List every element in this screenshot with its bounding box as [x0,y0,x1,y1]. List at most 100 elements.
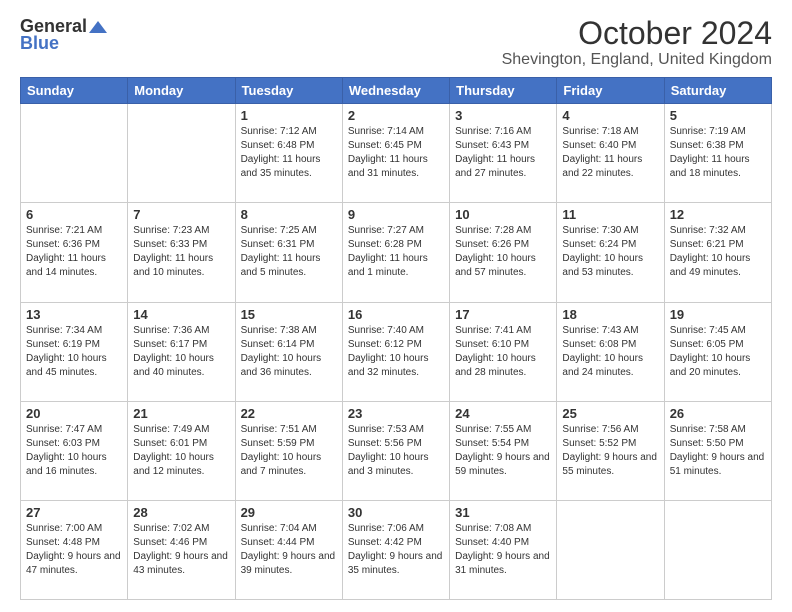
cell-text: Sunrise: 7:02 AMSunset: 4:46 PMDaylight:… [133,523,228,576]
calendar-cell [128,104,235,203]
day-number: 28 [133,505,229,520]
calendar-cell: 22Sunrise: 7:51 AMSunset: 5:59 PMDayligh… [235,401,342,500]
calendar-cell: 26 Sunrise: 7:58 AMSunset: 5:50 PMDayligh… [664,401,771,500]
calendar-cell: 28 Sunrise: 7:02 AMSunset: 4:46 PMDayligh… [128,500,235,599]
day-number: 20 [26,406,122,421]
location: Shevington, England, United Kingdom [502,51,772,69]
page: General Blue October 2024 Shevington, En… [0,0,792,612]
cell-text: Sunrise: 7:40 AMSunset: 6:12 PMDaylight:… [348,325,429,378]
day-number: 21 [133,406,229,421]
header: General Blue October 2024 Shevington, En… [20,16,772,69]
col-tuesday: Tuesday [235,78,342,104]
calendar-cell: 14 Sunrise: 7:36 AMSunset: 6:17 PMDayligh… [128,302,235,401]
cell-text: Sunrise: 7:18 AMSunset: 6:40 PMDaylight:… [562,126,642,179]
cell-text: Sunrise: 7:19 AMSunset: 6:38 PMDaylight:… [670,126,750,179]
calendar-week-1: 1 Sunrise: 7:12 AMSunset: 6:48 PMDaylight… [21,104,772,203]
calendar-week-4: 20 Sunrise: 7:47 AMSunset: 6:03 PMDayligh… [21,401,772,500]
day-number: 13 [26,307,122,322]
cell-text: Sunrise: 7:43 AMSunset: 6:08 PMDaylight:… [562,325,643,378]
col-sunday: Sunday [21,78,128,104]
calendar-cell: 25 Sunrise: 7:56 AMSunset: 5:52 PMDayligh… [557,401,664,500]
calendar-cell: 8Sunrise: 7:25 AMSunset: 6:31 PMDaylight… [235,203,342,302]
calendar-cell [557,500,664,599]
cell-text: Sunrise: 7:47 AMSunset: 6:03 PMDaylight:… [26,424,107,477]
cell-text: Sunrise: 7:56 AMSunset: 5:52 PMDaylight:… [562,424,657,477]
cell-text: Sunrise: 7:27 AMSunset: 6:28 PMDaylight:… [348,225,428,278]
day-number: 6 [26,207,122,222]
day-number: 12 [670,207,766,222]
day-number: 31 [455,505,551,520]
calendar-cell [664,500,771,599]
calendar-cell: 16 Sunrise: 7:40 AMSunset: 6:12 PMDayligh… [342,302,449,401]
calendar-cell: 20 Sunrise: 7:47 AMSunset: 6:03 PMDayligh… [21,401,128,500]
cell-text: Sunrise: 7:28 AMSunset: 6:26 PMDaylight:… [455,225,536,278]
cell-text: Sunrise: 7:49 AMSunset: 6:01 PMDaylight:… [133,424,214,477]
day-number: 16 [348,307,444,322]
col-friday: Friday [557,78,664,104]
day-number: 25 [562,406,658,421]
day-number: 9 [348,207,444,222]
calendar-cell: 3 Sunrise: 7:16 AMSunset: 6:43 PMDaylight… [450,104,557,203]
cell-text: Sunrise: 7:06 AMSunset: 4:42 PMDaylight:… [348,523,443,576]
cell-text: Sunrise: 7:08 AMSunset: 4:40 PMDaylight:… [455,523,550,576]
day-number: 18 [562,307,658,322]
calendar-cell [21,104,128,203]
calendar-week-5: 27Sunrise: 7:00 AMSunset: 4:48 PMDayligh… [21,500,772,599]
cell-text: Sunrise: 7:41 AMSunset: 6:10 PMDaylight:… [455,325,536,378]
cell-text: Sunrise: 7:32 AMSunset: 6:21 PMDaylight:… [670,225,751,278]
calendar-cell: 7Sunrise: 7:23 AMSunset: 6:33 PMDaylight… [128,203,235,302]
calendar-cell: 15 Sunrise: 7:38 AMSunset: 6:14 PMDayligh… [235,302,342,401]
day-number: 29 [241,505,337,520]
title-block: October 2024 Shevington, England, United… [502,16,772,69]
cell-text: Sunrise: 7:55 AMSunset: 5:54 PMDaylight:… [455,424,550,477]
cell-text: Sunrise: 7:53 AMSunset: 5:56 PMDaylight:… [348,424,429,477]
day-number: 5 [670,108,766,123]
cell-text: Sunrise: 7:58 AMSunset: 5:50 PMDaylight:… [670,424,765,477]
calendar-cell: 1 Sunrise: 7:12 AMSunset: 6:48 PMDaylight… [235,104,342,203]
day-number: 1 [241,108,337,123]
calendar-cell: 17 Sunrise: 7:41 AMSunset: 6:10 PMDayligh… [450,302,557,401]
calendar-cell: 6Sunrise: 7:21 AMSunset: 6:36 PMDaylight… [21,203,128,302]
cell-text: Sunrise: 7:00 AMSunset: 4:48 PMDaylight:… [26,523,121,576]
logo: General Blue [20,16,107,54]
calendar-cell: 13Sunrise: 7:34 AMSunset: 6:19 PMDayligh… [21,302,128,401]
calendar-table: Sunday Monday Tuesday Wednesday Thursday… [20,77,772,600]
calendar-cell: 10 Sunrise: 7:28 AMSunset: 6:26 PMDayligh… [450,203,557,302]
header-row: Sunday Monday Tuesday Wednesday Thursday… [21,78,772,104]
calendar-cell: 27Sunrise: 7:00 AMSunset: 4:48 PMDayligh… [21,500,128,599]
day-number: 8 [241,207,337,222]
day-number: 17 [455,307,551,322]
day-number: 15 [241,307,337,322]
calendar-cell: 4 Sunrise: 7:18 AMSunset: 6:40 PMDaylight… [557,104,664,203]
cell-text: Sunrise: 7:12 AMSunset: 6:48 PMDaylight:… [241,126,321,179]
col-monday: Monday [128,78,235,104]
calendar-cell: 21 Sunrise: 7:49 AMSunset: 6:01 PMDayligh… [128,401,235,500]
day-number: 7 [133,207,229,222]
cell-text: Sunrise: 7:51 AMSunset: 5:59 PMDaylight:… [241,424,322,477]
month-title: October 2024 [502,16,772,51]
day-number: 23 [348,406,444,421]
cell-text: Sunrise: 7:30 AMSunset: 6:24 PMDaylight:… [562,225,643,278]
cell-text: Sunrise: 7:38 AMSunset: 6:14 PMDaylight:… [241,325,322,378]
logo-bird-icon [89,21,107,33]
calendar-cell: 19Sunrise: 7:45 AMSunset: 6:05 PMDayligh… [664,302,771,401]
day-number: 3 [455,108,551,123]
col-wednesday: Wednesday [342,78,449,104]
calendar-week-3: 13Sunrise: 7:34 AMSunset: 6:19 PMDayligh… [21,302,772,401]
day-number: 10 [455,207,551,222]
calendar-week-2: 6Sunrise: 7:21 AMSunset: 6:36 PMDaylight… [21,203,772,302]
cell-text: Sunrise: 7:45 AMSunset: 6:05 PMDaylight:… [670,325,751,378]
calendar-cell: 12 Sunrise: 7:32 AMSunset: 6:21 PMDayligh… [664,203,771,302]
day-number: 26 [670,406,766,421]
calendar-cell: 2Sunrise: 7:14 AMSunset: 6:45 PMDaylight… [342,104,449,203]
day-number: 30 [348,505,444,520]
col-thursday: Thursday [450,78,557,104]
logo-blue: Blue [20,33,59,54]
calendar-cell: 24 Sunrise: 7:55 AMSunset: 5:54 PMDayligh… [450,401,557,500]
day-number: 4 [562,108,658,123]
day-number: 14 [133,307,229,322]
day-number: 24 [455,406,551,421]
cell-text: Sunrise: 7:16 AMSunset: 6:43 PMDaylight:… [455,126,535,179]
cell-text: Sunrise: 7:36 AMSunset: 6:17 PMDaylight:… [133,325,214,378]
calendar-cell: 30 Sunrise: 7:06 AMSunset: 4:42 PMDayligh… [342,500,449,599]
